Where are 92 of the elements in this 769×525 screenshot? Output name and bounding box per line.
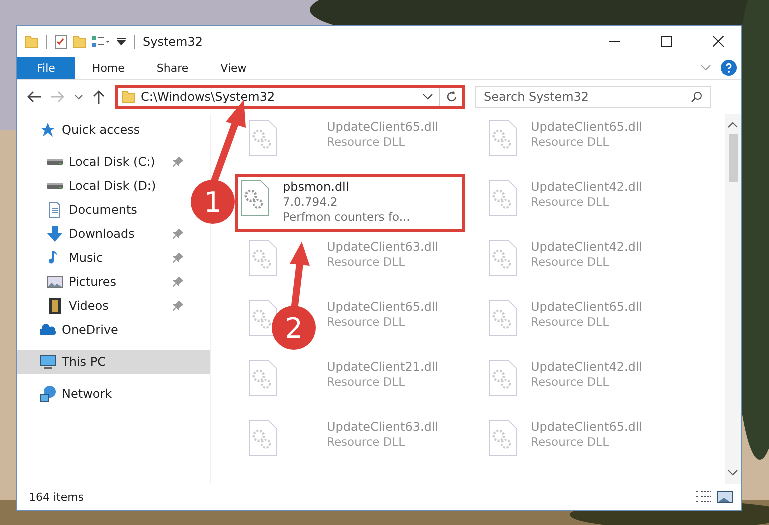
details-view-icon[interactable]	[696, 491, 711, 503]
item-count: 164 items	[29, 490, 84, 504]
cloud-icon	[40, 322, 56, 338]
sidebar-item[interactable]: Videos	[17, 294, 189, 318]
scroll-down-icon[interactable]	[728, 470, 738, 476]
picture-icon	[47, 274, 63, 290]
file-description: Resource DLL	[327, 435, 406, 449]
sidebar-label: Quick access	[62, 123, 140, 137]
up-icon[interactable]	[93, 90, 105, 104]
sidebar-label: OneDrive	[62, 323, 118, 337]
minimize-icon	[608, 41, 620, 42]
ribbon-tab[interactable]: View	[206, 57, 262, 79]
file-name: UpdateClient63.dll	[327, 240, 439, 254]
sidebar-label: Local Disk (C:)	[69, 155, 156, 169]
file-description: Resource DLL	[531, 375, 610, 389]
pin-icon[interactable]	[173, 277, 183, 287]
pin-icon[interactable]	[173, 301, 183, 311]
scrollbar-thumb[interactable]	[728, 134, 738, 182]
scroll-up-icon[interactable]	[728, 122, 738, 128]
ribbon-tab[interactable]: Home	[77, 57, 140, 79]
large-icons-view-icon[interactable]	[717, 491, 733, 503]
sidebar-item[interactable]: Local Disk (D:)	[17, 174, 189, 198]
pin-icon[interactable]	[173, 157, 183, 167]
network-icon	[40, 386, 56, 402]
sidebar-item[interactable]: This PC	[17, 350, 210, 374]
file-name: UpdateClient42.dll	[531, 240, 643, 254]
sidebar-label: Network	[62, 387, 112, 401]
file-description: Resource DLL	[327, 135, 406, 149]
back-icon[interactable]	[27, 91, 41, 103]
sidebar-item[interactable]: OneDrive	[17, 318, 189, 342]
sidebar-item[interactable]: Network	[17, 382, 189, 406]
film-icon	[47, 298, 63, 314]
ribbon-tab[interactable]: Share	[142, 57, 204, 79]
file-name: UpdateClient65.dll	[531, 420, 643, 434]
file-name: UpdateClient42.dll	[531, 360, 643, 374]
dropdown-icon[interactable]	[423, 94, 433, 100]
close-icon	[712, 36, 724, 47]
view-options-icon[interactable]	[92, 36, 111, 48]
star-icon	[40, 122, 56, 138]
file-description: Resource DLL	[531, 435, 610, 449]
file-description: Resource DLL	[327, 255, 406, 269]
monitor-icon	[40, 354, 56, 370]
sidebar-item[interactable]: Local Disk (C:)	[17, 150, 189, 174]
sidebar-item[interactable]: Downloads	[17, 222, 189, 246]
customize-toolbar-icon[interactable]	[117, 38, 126, 46]
sidebar-label: Pictures	[69, 275, 117, 289]
sidebar-label: Videos	[69, 299, 109, 313]
file-description: Resource DLL	[531, 135, 610, 149]
help-icon[interactable]	[721, 60, 737, 76]
pin-icon[interactable]	[173, 253, 183, 263]
file-name: UpdateClient63.dll	[327, 420, 439, 434]
search-icon	[691, 91, 703, 103]
folder-icon	[25, 36, 38, 48]
file-version: 7.0.794.2	[283, 195, 339, 209]
refresh-icon[interactable]	[446, 91, 458, 103]
address-path: C:\Windows\System32	[141, 90, 276, 104]
sidebar-label: Documents	[69, 203, 138, 217]
pin-icon[interactable]	[173, 229, 183, 239]
file-description: Resource DLL	[327, 375, 406, 389]
sidebar-item[interactable]: Documents	[17, 198, 189, 222]
file-description: Perfmon counters fo...	[283, 210, 410, 224]
file-name: UpdateClient65.dll	[531, 300, 643, 314]
file-description: Resource DLL	[531, 195, 610, 209]
download-icon	[47, 226, 63, 242]
folder-icon	[122, 91, 135, 103]
address-bar[interactable]: C:\Windows\System32	[115, 85, 465, 109]
file-description: Resource DLL	[327, 315, 406, 329]
maximize-icon	[660, 36, 672, 47]
file-name: UpdateClient65.dll	[531, 120, 643, 134]
file-name: pbsmon.dll	[283, 180, 350, 194]
sidebar-label: Music	[69, 251, 104, 265]
expand-ribbon-icon[interactable]	[701, 65, 711, 71]
file-name: UpdateClient42.dll	[531, 180, 643, 194]
window-title: System32	[143, 34, 204, 48]
file-name: UpdateClient65.dll	[327, 120, 439, 134]
file-name: UpdateClient21.dll	[327, 360, 439, 374]
document-icon	[47, 202, 63, 218]
file-description: Resource DLL	[531, 315, 610, 329]
highlighted-file-item[interactable]: pbsmon.dll 7.0.794.2 Perfmon counters fo...	[235, 174, 465, 232]
sidebar-label: This PC	[62, 355, 106, 369]
file-description: Resource DLL	[531, 255, 610, 269]
file-name: UpdateClient65.dll	[327, 300, 439, 314]
recent-locations-icon[interactable]	[75, 94, 83, 100]
sidebar-label: Downloads	[69, 227, 135, 241]
sidebar-item[interactable]: Music	[17, 246, 189, 270]
sidebar-item[interactable]: Quick access	[17, 118, 189, 142]
ribbon-tab[interactable]: File	[17, 57, 76, 79]
search-field[interactable]: Search System32	[475, 86, 711, 108]
sidebar-label: Local Disk (D:)	[69, 179, 156, 193]
properties-icon[interactable]	[55, 34, 67, 48]
scrollbar[interactable]	[725, 114, 741, 484]
sidebar-item[interactable]: Pictures	[17, 270, 189, 294]
